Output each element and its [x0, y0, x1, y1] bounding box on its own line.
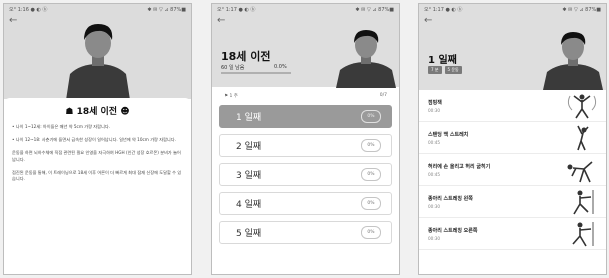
status-bar: 오° 1:17 ● ◐ ⓑ ✱ ✉ ▽ ⊿ 87%■ — [212, 4, 399, 15]
status-right: ✱ ✉ ▽ ⊿ 87%■ — [147, 6, 186, 13]
exercise-item-3[interactable]: 허리에 손 올리고 허리 굽히기 00:45 — [419, 154, 606, 186]
exercise-list: 점핑잭 00:30 스탠딩 백 스트레치 00:45 허리에 손 올리고 허리 … — [419, 90, 606, 250]
day-progress-badge: 0% — [361, 197, 381, 210]
day-label: 5 일째 — [236, 229, 262, 239]
progress-bar — [221, 72, 291, 74]
exercise-duration: 00:30 — [428, 108, 441, 113]
exercise-item-2[interactable]: 스탠딩 백 스트레치 00:45 — [419, 122, 606, 154]
exercise-name: 허리에 손 올리고 허리 굽히기 — [428, 164, 491, 170]
back-stretch-icon — [577, 125, 589, 151]
back-arrow-icon[interactable]: ← — [419, 15, 606, 29]
day-2-button[interactable]: 2 일째 0% — [219, 134, 392, 157]
screen-plan: 오° 1:17 ● ◐ ⓑ ✱ ✉ ▽ ⊿ 87%■ ← 18세 이전 60 일… — [211, 3, 400, 275]
sun-icon: ☗ — [65, 107, 74, 117]
exercise-duration: 00:30 — [428, 236, 441, 241]
day-progress-badge: 0% — [361, 110, 381, 123]
status-left: 오° 1:16 ● ◐ ⓑ — [9, 7, 48, 13]
day-3-button[interactable]: 3 일째 0% — [219, 163, 392, 186]
screen-day-detail: 오° 1:17 ● ◐ ⓑ ✱ ✉ ▽ ⊿ 87%■ ← 1 일째 7 분 5 … — [418, 3, 607, 275]
exercise-item-4[interactable]: 종아리 스트레칭 왼쪽 00:30 — [419, 186, 606, 218]
exercise-item-5[interactable]: 종아리 스트레칭 오른쪽 00:30 — [419, 218, 606, 250]
info-paragraph-2: • 나이 12~18: 사춘기에 들면서 급속한 성장이 일어납니다. 일년에 … — [12, 137, 176, 143]
week-header: ⚑ 1 주 0/7 — [212, 87, 399, 105]
exercise-name: 점핑잭 — [428, 100, 442, 106]
day-progress-badge: 0% — [361, 139, 381, 152]
day-progress-badge: 0% — [361, 168, 381, 181]
man-illustration — [66, 24, 130, 100]
day-label: 1 일째 — [236, 113, 262, 123]
day-label: 4 일째 — [236, 200, 262, 210]
waist-bend-icon — [567, 161, 593, 183]
week-count: 0/7 — [379, 93, 387, 98]
jumping-jack-icon — [567, 94, 597, 119]
day-list: ⚑ 1 주 0/7 1 일째 0% 2 일째 0% 3 일째 0% 4 일째 0… — [212, 87, 399, 250]
days-left: 60 일 남음 — [221, 65, 245, 71]
info-sheet: ☗ 18세 이전 ☻ • 나이 1~12세: 아이들은 매년 약 5cm 가량 … — [4, 98, 191, 274]
exercise-count-tag: 5 운동 — [444, 66, 462, 74]
status-left: 오° 1:17 ● ◐ ⓑ — [217, 7, 256, 13]
day-5-button[interactable]: 5 일째 0% — [219, 221, 392, 244]
duration-tag: 7 분 — [428, 66, 442, 74]
day-label: 3 일째 — [236, 171, 262, 181]
day-1-button[interactable]: 1 일째 0% — [219, 105, 392, 128]
day-progress-badge: 0% — [361, 226, 381, 239]
exercise-item-1[interactable]: 점핑잭 00:30 — [419, 90, 606, 122]
day-tags: 7 분 5 운동 — [428, 66, 462, 74]
week-label: ⚑ 1 주 — [224, 93, 238, 105]
calf-stretch-left-icon — [573, 190, 594, 215]
status-right: ✱ ✉ ▽ ⊿ 87%■ — [355, 6, 394, 13]
exercise-name: 종아리 스트레칭 왼쪽 — [428, 196, 473, 202]
exercise-duration: 00:30 — [428, 204, 441, 209]
status-left: 오° 1:17 ● ◐ ⓑ — [424, 7, 463, 13]
week-label-text: 1 주 — [229, 94, 238, 99]
heading-text: 18세 이전 — [76, 107, 118, 117]
progress-percent: 0.0% — [274, 64, 287, 70]
day-title: 1 일째 — [428, 55, 457, 66]
status-bar: 오° 1:17 ● ◐ ⓑ ✱ ✉ ▽ ⊿ 87%■ — [419, 4, 606, 15]
exercise-duration: 00:45 — [428, 140, 441, 145]
man-illustration — [336, 30, 396, 88]
man-illustration — [543, 32, 603, 90]
screen-info: 오° 1:16 ● ◐ ⓑ ✱ ✉ ▽ ⊿ 87%■ ← ☗ 18세 이전 ☻ … — [3, 3, 192, 275]
exercise-name: 스탠딩 백 스트레치 — [428, 132, 469, 138]
plan-title: 18세 이전 — [221, 50, 271, 63]
info-paragraph-1: • 나이 1~12세: 아이들은 매년 약 5cm 가량 자랍니다. — [12, 124, 111, 129]
info-paragraph-4: 점진된 운동을 통해, 이 트레이닝으로 18세 이후 어른이 더 빠르게 최대… — [12, 169, 182, 182]
calf-stretch-right-icon — [572, 222, 594, 247]
info-paragraph-3: 운동을 하면 뇌하수체에 직접 관련된 필요 인영을 자극하여 HGH (인간 … — [12, 150, 181, 162]
status-right: ✱ ✉ ▽ ⊿ 87%■ — [562, 6, 601, 13]
day-label: 2 일째 — [236, 142, 262, 152]
page-title: ☗ 18세 이전 ☻ — [4, 104, 191, 117]
day-4-button[interactable]: 4 일째 0% — [219, 192, 392, 215]
sun-icon: ☻ — [120, 107, 130, 117]
status-bar: 오° 1:16 ● ◐ ⓑ ✱ ✉ ▽ ⊿ 87%■ — [4, 4, 191, 15]
exercise-duration: 00:45 — [428, 172, 441, 177]
exercise-name: 종아리 스트레칭 오른쪽 — [428, 228, 478, 234]
